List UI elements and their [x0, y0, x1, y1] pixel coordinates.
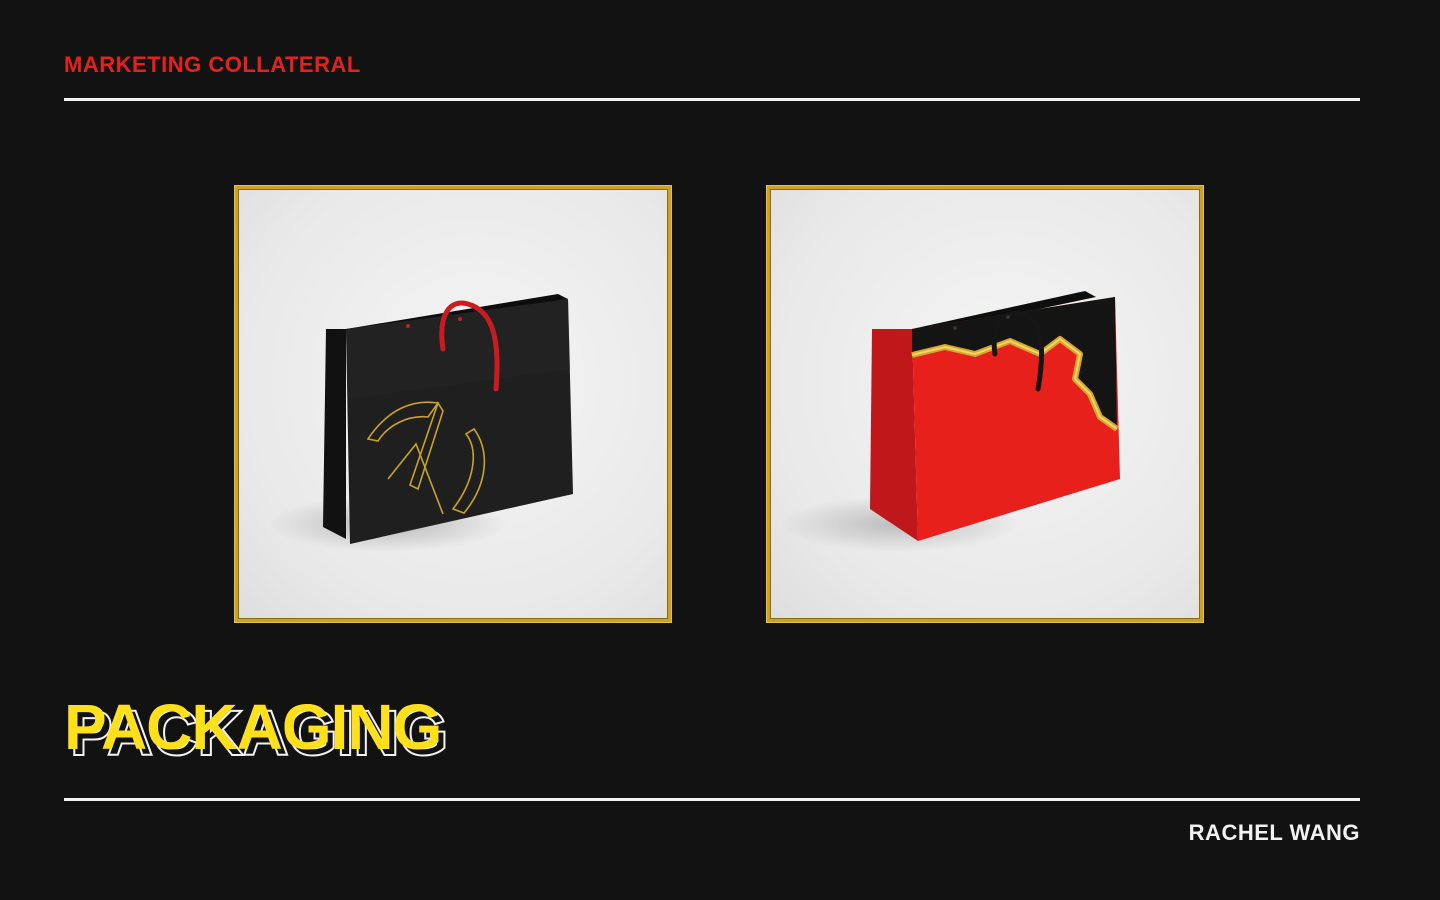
page-title-text: PACKAGING — [64, 691, 442, 763]
author-name: RACHEL WANG — [1188, 820, 1360, 845]
black-bag-illustration — [268, 294, 573, 552]
black-bag-image — [235, 186, 671, 622]
page-title: PACKAGING PACKAGING — [64, 690, 524, 770]
red-bag-image — [767, 186, 1203, 622]
section-label: MARKETING COLLATERAL — [64, 52, 361, 77]
top-divider — [64, 98, 1360, 101]
red-bag-illustration — [780, 291, 1120, 552]
bottom-divider — [64, 798, 1360, 801]
